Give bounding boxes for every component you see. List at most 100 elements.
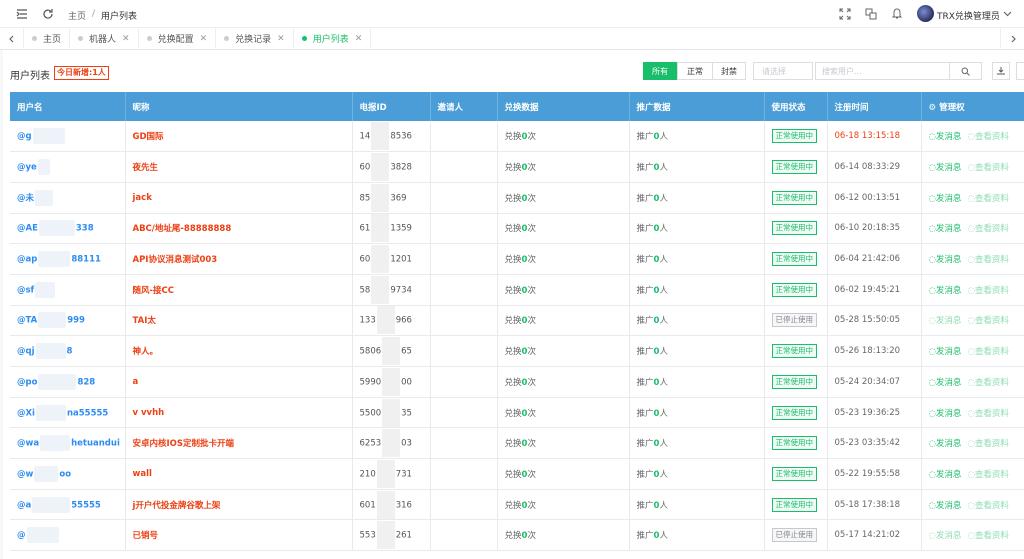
col-promo-data[interactable]: 推广数据 (629, 92, 765, 121)
send-message-link[interactable]: ◌发消息 (929, 286, 962, 296)
username-start[interactable]: @ye (17, 163, 37, 173)
username-end[interactable]: na55555 (67, 408, 108, 418)
breadcrumb-home[interactable]: 主页 (68, 9, 86, 22)
view-profile-link[interactable]: ◌查看资料 (967, 531, 1008, 541)
filter-all-button[interactable]: 所有 (643, 62, 677, 80)
search-input[interactable]: 搜索用户... (815, 62, 950, 80)
username-start[interactable]: @qj (17, 347, 35, 357)
username-end[interactable]: 828 (77, 377, 95, 387)
cell-username[interactable]: @po 828 (10, 366, 126, 398)
send-message-link[interactable]: ◌发消息 (929, 194, 962, 204)
username-start[interactable]: @ap (17, 255, 37, 265)
status-select[interactable]: 请选择 (753, 62, 813, 80)
view-profile-link[interactable]: ◌查看资料 (967, 132, 1008, 142)
view-profile-link[interactable]: ◌查看资料 (967, 163, 1008, 173)
username-end[interactable]: 55555 (71, 500, 101, 510)
close-icon[interactable]: ✕ (355, 34, 363, 44)
chevron-down-icon[interactable] (1003, 9, 1012, 18)
send-message-link[interactable]: ◌发消息 (929, 163, 962, 173)
filter-normal-button[interactable]: 正常 (677, 62, 713, 80)
col-register-time[interactable]: 注册时间 (827, 92, 922, 121)
username-start[interactable]: @Xi (17, 408, 35, 418)
bell-icon[interactable] (891, 7, 903, 20)
language-icon[interactable] (865, 8, 877, 20)
tab-home[interactable]: 主页 (24, 27, 71, 50)
cell-username[interactable]: @sf (10, 274, 126, 306)
view-profile-link[interactable]: ◌查看资料 (967, 347, 1008, 357)
username-start[interactable]: @w (17, 469, 33, 479)
cell-username[interactable]: @g (10, 121, 126, 153)
username-end[interactable]: hetuandui (71, 439, 120, 449)
username-start[interactable]: @g (17, 132, 32, 142)
view-profile-link[interactable]: ◌查看资料 (967, 378, 1008, 388)
view-profile-link[interactable]: ◌查看资料 (967, 224, 1008, 234)
username-start[interactable]: @sf (17, 285, 34, 295)
cell-username[interactable]: @a 55555 (10, 489, 126, 521)
tab-user-list[interactable]: 用户列表 ✕ (294, 27, 372, 50)
username-start[interactable]: @po (17, 377, 37, 387)
send-message-link[interactable]: ◌发消息 (929, 224, 962, 234)
view-profile-link[interactable]: ◌查看资料 (967, 501, 1008, 511)
tabs-scroll-right-icon[interactable] (1000, 28, 1024, 50)
cell-username[interactable]: @TA 999 (10, 305, 126, 337)
refresh-icon[interactable] (42, 8, 54, 20)
send-message-link[interactable]: ◌发消息 (929, 439, 962, 449)
username-start[interactable]: @TA (17, 316, 37, 326)
user-name[interactable]: TRX兑换管理员 (937, 9, 1000, 22)
col-admin[interactable]: ⚙ 管理权 (921, 92, 1024, 121)
tab-exchange-config[interactable]: 兑换配置 ✕ (139, 27, 217, 50)
tabs-scroll-left-icon[interactable] (0, 27, 24, 50)
send-message-link[interactable]: ◌发消息 (929, 255, 962, 265)
view-profile-link[interactable]: ◌查看资料 (967, 316, 1008, 326)
username-end[interactable]: 8 (67, 347, 73, 357)
col-telegram-id[interactable]: 电报ID (352, 92, 431, 121)
menu-collapse-icon[interactable] (16, 8, 28, 20)
view-profile-link[interactable]: ◌查看资料 (967, 194, 1008, 204)
cell-username[interactable]: @ye (10, 151, 126, 183)
cell-username[interactable]: @未 (10, 182, 126, 214)
close-icon[interactable]: ✕ (200, 34, 208, 44)
username-start[interactable]: @a (17, 500, 31, 510)
close-icon[interactable]: ✕ (277, 34, 285, 44)
send-message-link[interactable]: ◌发消息 (929, 501, 962, 511)
username-end[interactable]: 88111 (71, 255, 101, 265)
view-profile-link[interactable]: ◌查看资料 (967, 255, 1008, 265)
cell-username[interactable]: @wa hetuandui (10, 427, 126, 460)
tab-exchange-records[interactable]: 兑换记录 ✕ (216, 27, 294, 50)
search-button[interactable] (950, 62, 982, 80)
cell-username[interactable]: @ap 88111 (10, 243, 126, 275)
send-message-link[interactable]: ◌发消息 (929, 409, 962, 419)
username-start[interactable]: @AE (17, 224, 38, 234)
tab-robot[interactable]: 机器人 ✕ (70, 27, 139, 50)
filter-banned-button[interactable]: 封禁 (712, 62, 746, 80)
cell-username[interactable]: @Xi na55555 (10, 397, 126, 429)
fullscreen-icon[interactable] (839, 8, 851, 20)
username-end[interactable]: oo (59, 469, 71, 479)
username-start[interactable]: @ (17, 531, 26, 541)
view-profile-link[interactable]: ◌查看资料 (967, 439, 1008, 449)
username-end[interactable]: 338 (76, 224, 94, 234)
cell-username[interactable]: @qj 8 (10, 335, 126, 367)
view-profile-link[interactable]: ◌查看资料 (967, 409, 1008, 419)
username-start[interactable]: @wa (17, 439, 39, 449)
view-profile-link[interactable]: ◌查看资料 (967, 286, 1008, 296)
col-nickname[interactable]: 昵称 (125, 92, 353, 121)
view-profile-link[interactable]: ◌查看资料 (967, 470, 1008, 480)
send-message-link[interactable]: ◌发消息 (929, 347, 962, 357)
send-message-link[interactable]: ◌发消息 (929, 132, 962, 142)
send-message-link[interactable]: ◌发消息 (929, 316, 962, 326)
send-message-link[interactable]: ◌发消息 (929, 470, 962, 480)
cell-username[interactable]: @AE 338 (10, 213, 126, 245)
col-inviter[interactable]: 邀请人 (430, 92, 498, 121)
send-message-link[interactable]: ◌发消息 (929, 378, 962, 388)
username-start[interactable]: @未 (17, 193, 34, 203)
col-status[interactable]: 使用状态 (764, 92, 828, 121)
col-exchange-data[interactable]: 兑换数据 (497, 92, 630, 121)
cell-username[interactable]: @ (10, 519, 126, 552)
more-button[interactable] (1016, 62, 1024, 80)
cell-username[interactable]: @w oo (10, 458, 126, 490)
avatar[interactable] (917, 5, 934, 22)
username-end[interactable]: 999 (67, 316, 85, 326)
close-icon[interactable]: ✕ (122, 34, 130, 44)
send-message-link[interactable]: ◌发消息 (929, 531, 962, 541)
